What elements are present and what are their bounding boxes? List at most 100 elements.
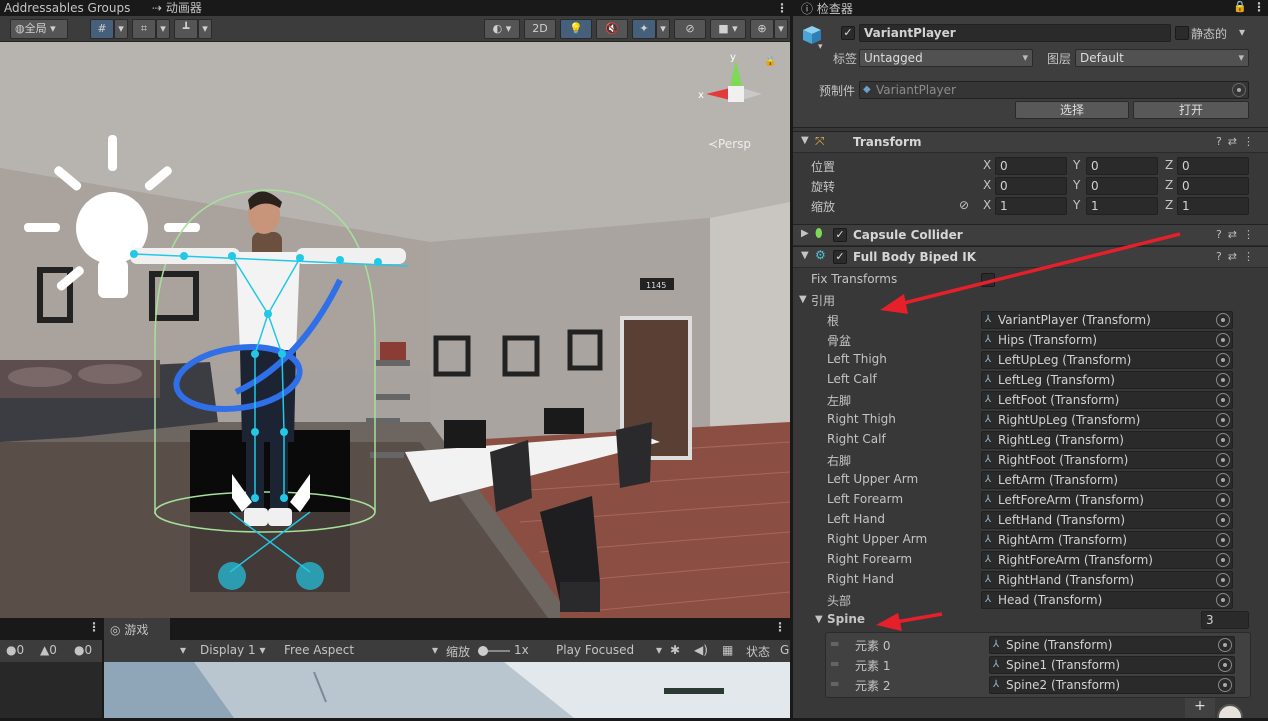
position-z-label[interactable]: Z — [1165, 158, 1173, 172]
position-y-field[interactable]: 0 — [1086, 157, 1158, 175]
object-picker-icon[interactable] — [1216, 453, 1230, 467]
constrain-proportions-icon[interactable]: ⊘ — [959, 198, 969, 212]
references-foldout-arrow[interactable]: ▼ — [799, 294, 807, 305]
rotation-x-field[interactable]: 0 — [995, 177, 1067, 195]
drag-handle-icon[interactable]: ═ — [831, 637, 838, 651]
perspective-label[interactable]: ≺Persp — [708, 137, 751, 151]
static-dropdown-arrow[interactable]: ▾ — [1239, 25, 1245, 39]
audio-icon[interactable]: ◀) — [694, 643, 708, 657]
help-icon[interactable]: ? — [1216, 135, 1228, 148]
scene-view[interactable]: 1145 x y 🔒 ≺Persp — [0, 42, 790, 618]
preset-icon[interactable]: ⇄ — [1228, 228, 1243, 241]
spine-foldout[interactable]: ▼ Spine 3 — [793, 610, 1268, 630]
console-menu-icon[interactable]: ⋮ — [88, 620, 100, 634]
spine-foldout-arrow[interactable]: ▼ — [815, 614, 823, 625]
draw-mode-dropdown[interactable]: ◐ ▾ — [484, 19, 520, 39]
component-menu-icon[interactable]: ⋮ — [1243, 135, 1260, 148]
reference-object-field[interactable]: ⅄ RightArm (Transform) — [981, 531, 1233, 549]
transform-header[interactable]: ▼ ⤧ Transform ?⇄⋮ — [793, 131, 1268, 153]
2d-mode-button[interactable]: 2D — [524, 19, 556, 39]
reference-object-field[interactable]: ⅄ RightForeArm (Transform) — [981, 551, 1233, 569]
pivot-global-dropdown[interactable]: ◍全局 ▾ — [10, 19, 68, 39]
inspector-lock-icon[interactable]: 🔒 — [1233, 0, 1247, 13]
lighting-toggle[interactable]: 💡 — [560, 19, 592, 39]
spine-size-field[interactable]: 3 — [1201, 611, 1249, 629]
transform-foldout-arrow[interactable]: ▼ — [801, 135, 809, 146]
capsule-foldout-arrow[interactable]: ▶ — [801, 228, 809, 239]
object-picker-icon[interactable] — [1216, 493, 1230, 507]
scale-slider[interactable] — [478, 646, 510, 656]
scale-x-label[interactable]: X — [983, 198, 991, 212]
scale-slider-handle[interactable] — [478, 646, 488, 656]
avatar[interactable] — [1217, 704, 1243, 718]
spine-object-field[interactable]: ⅄ Spine (Transform) — [989, 636, 1235, 654]
help-icon[interactable]: ? — [1216, 228, 1228, 241]
play-mode-dropdown[interactable]: Play Focused ▾ — [556, 643, 662, 657]
stats-button[interactable]: 状态 — [746, 643, 770, 660]
scale-z-field[interactable]: 1 — [1177, 197, 1249, 215]
object-picker-icon[interactable] — [1216, 553, 1230, 567]
capsule-collider-header[interactable]: ▶ ⬮ ✓ Capsule Collider ?⇄⋮ — [793, 224, 1268, 246]
object-picker-icon[interactable] — [1216, 313, 1230, 327]
reference-object-field[interactable]: ⅄ Head (Transform) — [981, 591, 1233, 609]
object-picker-icon[interactable] — [1216, 573, 1230, 587]
position-z-field[interactable]: 0 — [1177, 157, 1249, 175]
reference-object-field[interactable]: ⅄ RightLeg (Transform) — [981, 431, 1233, 449]
reference-object-field[interactable]: ⅄ VariantPlayer (Transform) — [981, 311, 1233, 329]
prefab-select-button[interactable]: 选择 — [1015, 101, 1129, 119]
layer-dropdown[interactable]: Default — [1075, 49, 1249, 67]
component-menu-icon[interactable]: ⋮ — [1243, 228, 1260, 241]
drag-handle-icon[interactable]: ═ — [831, 677, 838, 691]
rotation-x-label[interactable]: X — [983, 178, 991, 192]
preset-icon[interactable]: ⇄ — [1228, 135, 1243, 148]
object-name-field[interactable]: VariantPlayer — [859, 24, 1171, 42]
fix-transforms-checkbox[interactable] — [981, 273, 995, 287]
position-x-field[interactable]: 0 — [995, 157, 1067, 175]
rotation-z-field[interactable]: 0 — [1177, 177, 1249, 195]
aspect-dropdown[interactable]: Free Aspect ▾ — [284, 643, 438, 657]
object-picker-icon[interactable] — [1218, 658, 1232, 672]
tab-menu-icon[interactable]: ⋮ — [776, 0, 788, 16]
position-x-label[interactable]: X — [983, 158, 991, 172]
increment-snap-dropdown[interactable]: ▾ — [198, 19, 212, 39]
bug-icon[interactable]: ✱ — [670, 643, 680, 657]
display-dropdown[interactable]: Display 1 ▾ — [200, 643, 282, 657]
gizmos-button[interactable]: ⊕ — [750, 19, 774, 39]
gizmos-dropdown[interactable]: ▾ — [774, 19, 788, 39]
drag-handle-icon[interactable]: ═ — [831, 657, 838, 671]
effects-toggle[interactable]: ✦ — [632, 19, 656, 39]
grid-snap-dropdown[interactable]: ▾ — [114, 19, 128, 39]
reference-object-field[interactable]: ⅄ LeftHand (Transform) — [981, 511, 1233, 529]
spine-object-field[interactable]: ⅄ Spine2 (Transform) — [989, 676, 1235, 694]
game-menu-icon[interactable]: ⋮ — [774, 620, 786, 634]
object-picker-icon[interactable] — [1216, 413, 1230, 427]
object-picker-icon[interactable] — [1216, 513, 1230, 527]
rotation-y-field[interactable]: 0 — [1086, 177, 1158, 195]
grid-snap-button[interactable]: # — [90, 19, 114, 39]
tab-animator[interactable]: ⇢ 动画器 — [152, 0, 202, 16]
static-checkbox[interactable] — [1175, 26, 1189, 40]
scale-y-label[interactable]: Y — [1073, 198, 1080, 212]
increment-snap-button[interactable]: ┻ — [174, 19, 198, 39]
scale-z-label[interactable]: Z — [1165, 198, 1173, 212]
game-view[interactable] — [104, 662, 790, 718]
capsule-enabled-checkbox[interactable]: ✓ — [833, 228, 847, 242]
camera-dropdown[interactable]: ■ ▾ — [710, 19, 746, 39]
reference-object-field[interactable]: ⅄ RightFoot (Transform) — [981, 451, 1233, 469]
audio-toggle[interactable]: 🔇 — [596, 19, 628, 39]
lock-icon[interactable]: 🔒 — [764, 56, 776, 67]
object-picker-icon[interactable] — [1218, 638, 1232, 652]
references-foldout[interactable]: ▼ 引用 — [793, 290, 1268, 310]
object-picker-icon[interactable] — [1216, 593, 1230, 607]
component-menu-icon[interactable]: ⋮ — [1243, 250, 1260, 263]
effects-dropdown[interactable]: ▾ — [656, 19, 670, 39]
component-actions[interactable]: ?⇄⋮ — [1216, 135, 1260, 148]
fbbik-header[interactable]: ▼ ⚙ ✓ Full Body Biped IK ?⇄⋮ — [793, 246, 1268, 268]
tag-dropdown[interactable]: Untagged — [859, 49, 1033, 67]
fbbik-foldout-arrow[interactable]: ▼ — [801, 250, 809, 261]
object-picker-icon[interactable] — [1218, 678, 1232, 692]
position-y-label[interactable]: Y — [1073, 158, 1080, 172]
grid-toggle-icon[interactable]: ▦ — [722, 643, 733, 657]
preset-icon[interactable]: ⇄ — [1228, 250, 1243, 263]
hidden-objects-toggle[interactable]: ⊘ — [674, 19, 706, 39]
